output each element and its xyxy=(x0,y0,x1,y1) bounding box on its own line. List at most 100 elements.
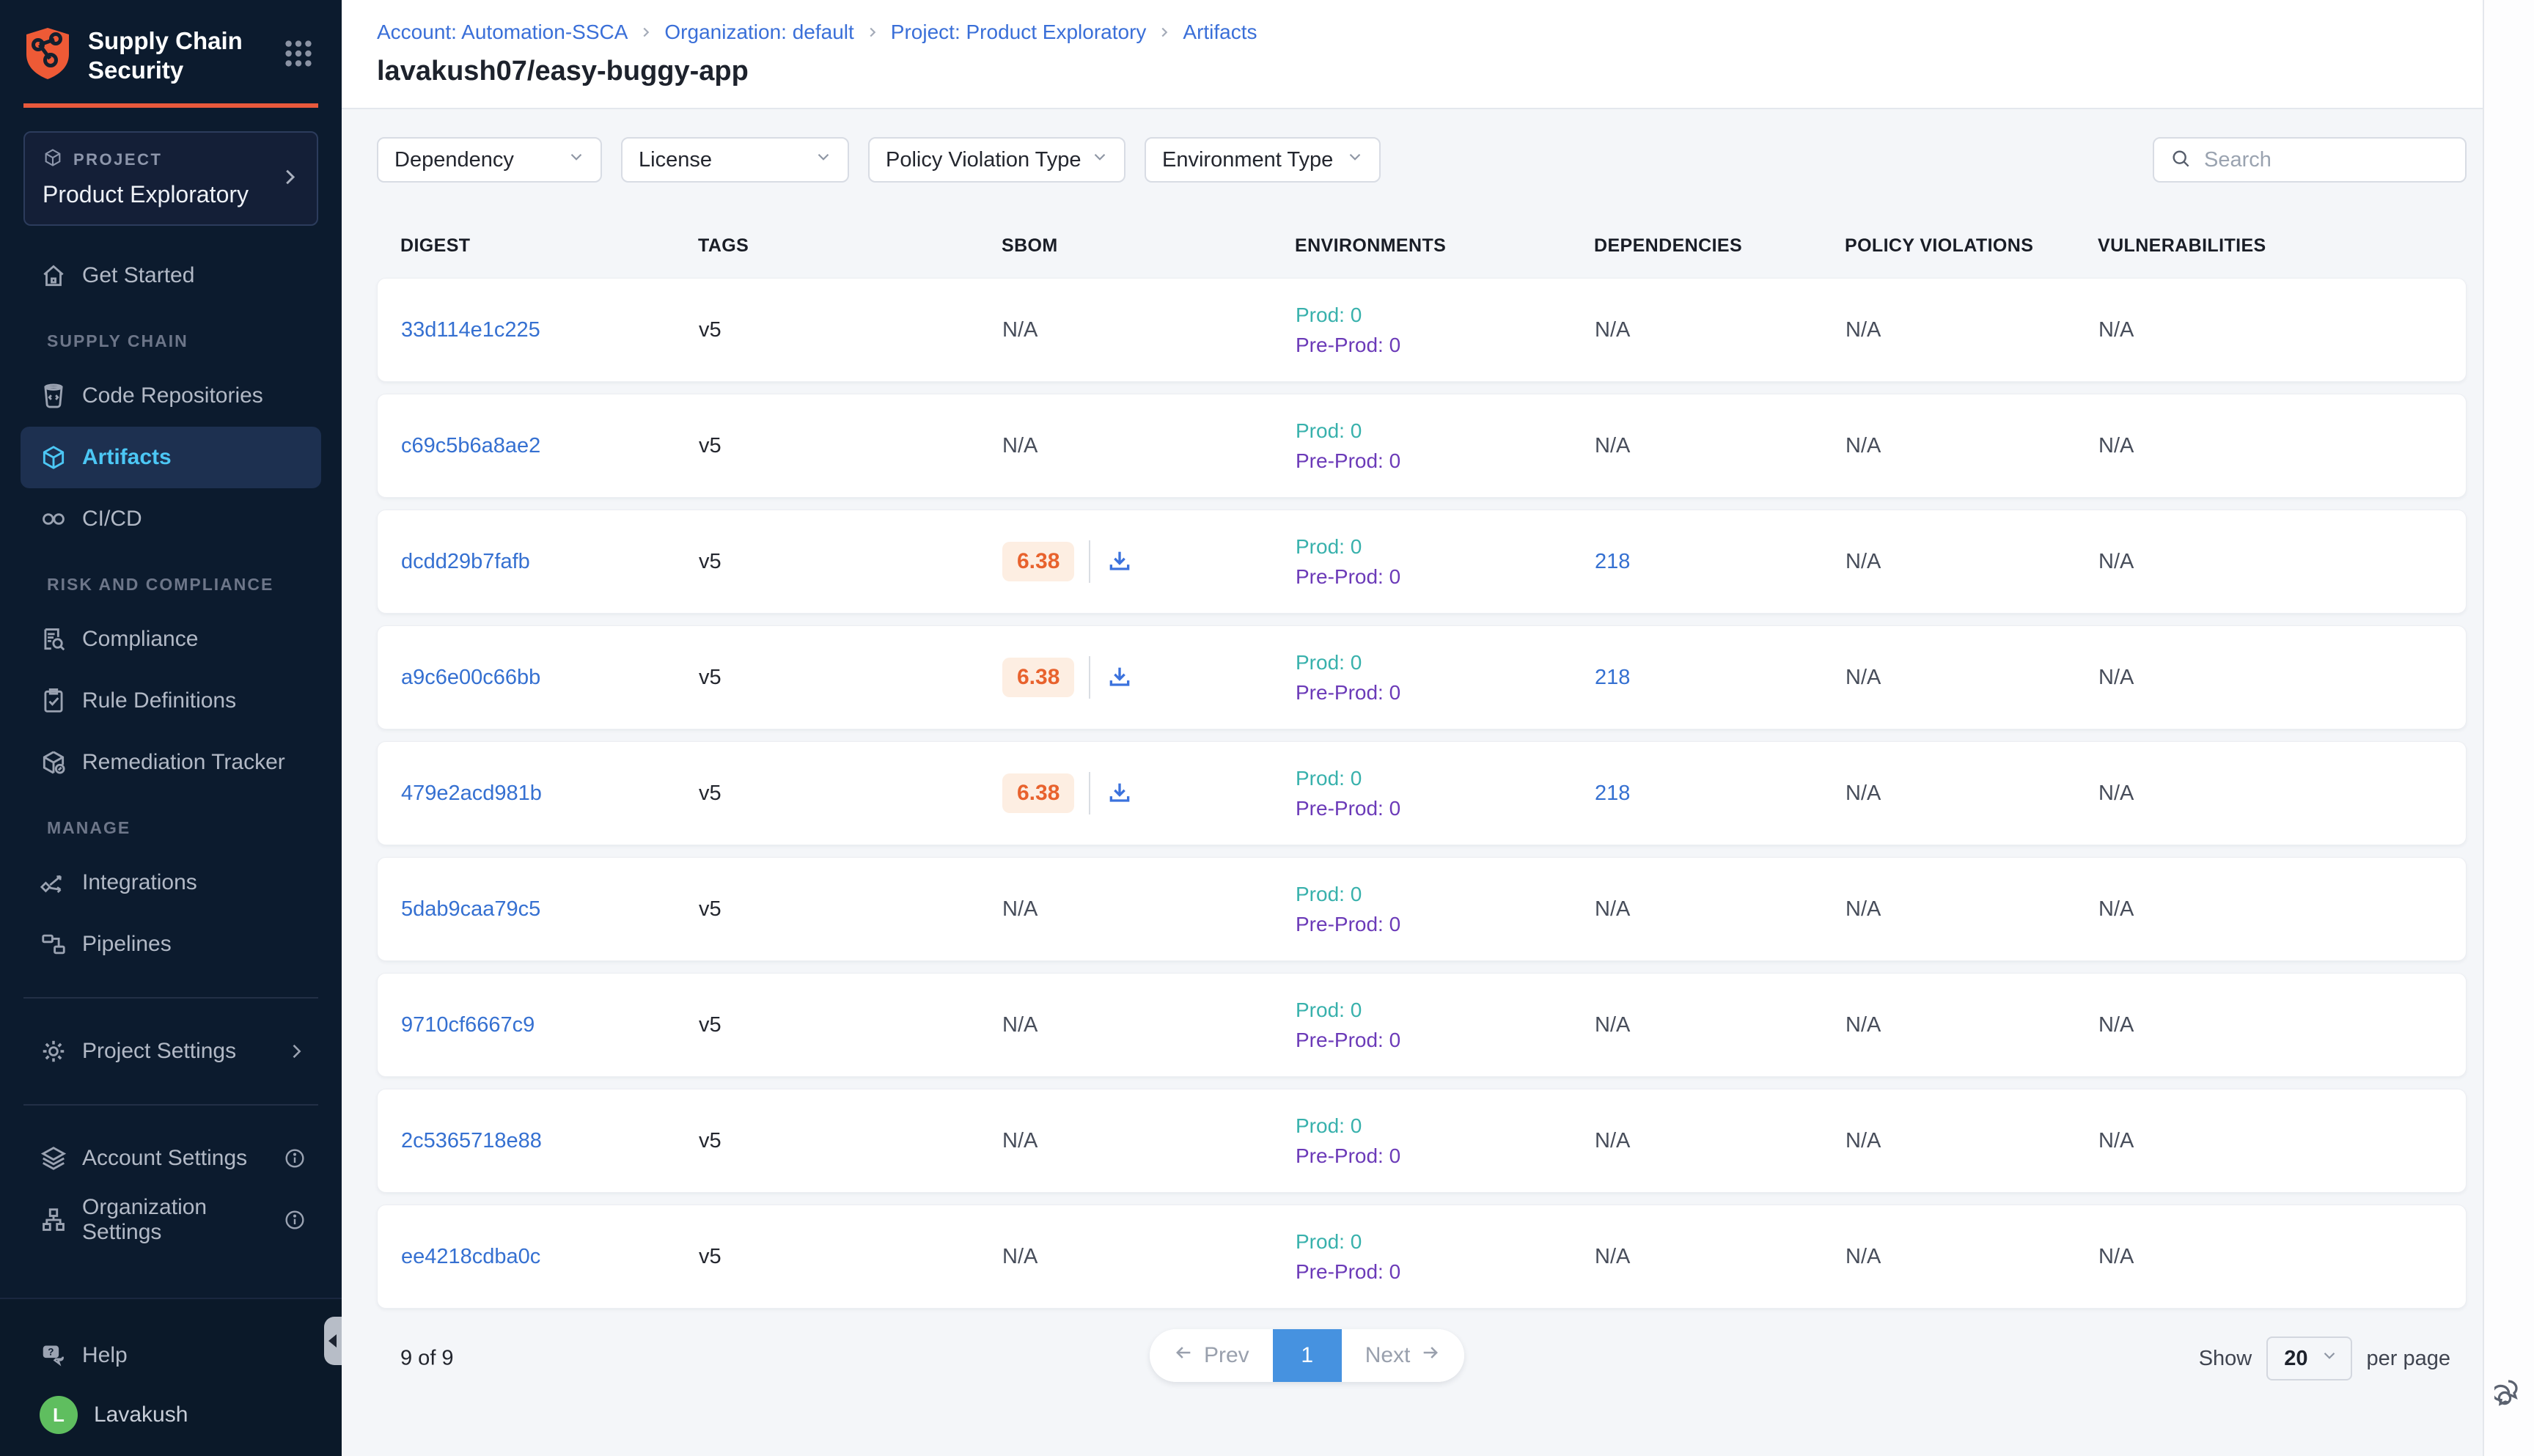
user-profile[interactable]: L Lavakush xyxy=(40,1396,321,1434)
sidebar-item-artifacts[interactable]: Artifacts xyxy=(21,427,321,488)
digest-cell: 2c5365718e88 xyxy=(401,1129,699,1153)
digest-link[interactable]: 479e2acd981b xyxy=(401,782,542,805)
dependency-filter-dropdown[interactable]: Dependency xyxy=(377,137,602,183)
dependencies-link[interactable]: 218 xyxy=(1595,666,1630,689)
dependencies-cell: 218 xyxy=(1595,550,1846,574)
table-row[interactable]: 33d114e1c225 v5 N/A Prod: 0 Pre-Prod: 0 … xyxy=(377,278,2467,382)
sidebar-item-remediation-tracker[interactable]: Remediation Tracker xyxy=(21,732,321,793)
content-area: Dependency License Policy Violation Type… xyxy=(342,109,2534,1456)
sidebar-item-integrations[interactable]: Integrations xyxy=(21,852,321,913)
sbom-na: N/A xyxy=(1002,1129,1038,1152)
info-icon[interactable] xyxy=(283,1208,306,1232)
dependencies-cell: N/A xyxy=(1595,1245,1846,1269)
table-row[interactable]: 9710cf6667c9 v5 N/A Prod: 0 Pre-Prod: 0 … xyxy=(377,973,2467,1077)
table-row[interactable]: c69c5b6a8ae2 v5 N/A Prod: 0 Pre-Prod: 0 … xyxy=(377,394,2467,498)
sbom-cell: N/A xyxy=(1002,1013,1296,1037)
nav-divider xyxy=(23,997,318,999)
policy-violation-type-filter-dropdown[interactable]: Policy Violation Type xyxy=(868,137,1125,183)
current-page-button[interactable]: 1 xyxy=(1273,1329,1342,1382)
policy-violations-cell: N/A xyxy=(1846,782,2098,806)
policy-violations-value: N/A xyxy=(1846,550,1881,573)
sidebar-collapse-handle[interactable] xyxy=(324,1317,342,1365)
env-preprod-value: Pre-Prod: 0 xyxy=(1296,449,1595,473)
dependencies-cell: 218 xyxy=(1595,666,1846,690)
environments-cell: Prod: 0 Pre-Prod: 0 xyxy=(1296,767,1595,820)
env-prod-value: Prod: 0 xyxy=(1296,651,1595,674)
column-header-policy-violations: POLICY VIOLATIONS xyxy=(1845,235,2098,257)
tag-value: v5 xyxy=(699,1013,721,1037)
nav-divider xyxy=(23,1104,318,1106)
vulnerabilities-value: N/A xyxy=(2098,434,2134,457)
module-grid-icon[interactable] xyxy=(282,37,315,74)
breadcrumb-artifacts-link[interactable]: Artifacts xyxy=(1183,21,1257,44)
chevron-down-icon xyxy=(567,147,586,172)
digest-link[interactable]: 2c5365718e88 xyxy=(401,1129,542,1152)
digest-link[interactable]: c69c5b6a8ae2 xyxy=(401,434,540,457)
sbom-score-badge[interactable]: 6.38 xyxy=(1002,542,1074,581)
table-row[interactable]: dcdd29b7fafb v5 6.38 Prod: 0 Pre-Prod: 0… xyxy=(377,510,2467,614)
page-size-dropdown[interactable]: 20 xyxy=(2266,1336,2351,1380)
digest-link[interactable]: ee4218cdba0c xyxy=(401,1245,540,1268)
digest-link[interactable]: 33d114e1c225 xyxy=(401,318,540,342)
env-preprod-value: Pre-Prod: 0 xyxy=(1296,565,1595,589)
env-preprod-value: Pre-Prod: 0 xyxy=(1296,1260,1595,1284)
table-row[interactable]: 479e2acd981b v5 6.38 Prod: 0 Pre-Prod: 0… xyxy=(377,741,2467,845)
sbom-score-group: 6.38 xyxy=(1002,540,1296,583)
sbom-download-icon[interactable] xyxy=(1105,663,1134,692)
arrow-left-icon xyxy=(1173,1342,1194,1369)
chevron-right-icon xyxy=(279,166,301,191)
remediation-box-tag-icon xyxy=(40,749,67,776)
brand-accent-divider xyxy=(23,103,318,108)
sidebar-item-project-settings[interactable]: Project Settings xyxy=(21,1021,321,1082)
table-row[interactable]: a9c6e00c66bb v5 6.38 Prod: 0 Pre-Prod: 0… xyxy=(377,625,2467,729)
digest-link[interactable]: 9710cf6667c9 xyxy=(401,1013,535,1037)
sbom-score-badge[interactable]: 6.38 xyxy=(1002,773,1074,813)
table-row[interactable]: 2c5365718e88 v5 N/A Prod: 0 Pre-Prod: 0 … xyxy=(377,1089,2467,1193)
breadcrumb-account-link[interactable]: Account: Automation-SSCA xyxy=(377,21,628,44)
environment-type-filter-dropdown[interactable]: Environment Type xyxy=(1145,137,1381,183)
sidebar-item-compliance[interactable]: Compliance xyxy=(21,608,321,670)
sbom-download-icon[interactable] xyxy=(1105,779,1134,808)
digest-link[interactable]: 5dab9caa79c5 xyxy=(401,897,540,921)
environments-cell: Prod: 0 Pre-Prod: 0 xyxy=(1296,1114,1595,1168)
next-page-button[interactable]: Next xyxy=(1342,1329,1465,1382)
user-name: Lavakush xyxy=(94,1402,188,1427)
dependencies-link[interactable]: 218 xyxy=(1595,550,1630,573)
env-prod-value: Prod: 0 xyxy=(1296,419,1595,443)
breadcrumb-separator-icon xyxy=(864,24,881,40)
vulnerabilities-value: N/A xyxy=(2098,1245,2134,1268)
sbom-cell: 6.38 xyxy=(1002,656,1296,699)
policy-violations-value: N/A xyxy=(1846,1129,1881,1152)
page-size-value: 20 xyxy=(2284,1347,2307,1371)
sidebar-item-help[interactable]: ? Help xyxy=(21,1327,321,1384)
sbom-download-icon[interactable] xyxy=(1105,547,1134,576)
tag-value: v5 xyxy=(699,434,721,457)
table-row[interactable]: ee4218cdba0c v5 N/A Prod: 0 Pre-Prod: 0 … xyxy=(377,1205,2467,1309)
project-selector[interactable]: PROJECT Product Exploratory xyxy=(23,131,318,226)
table-row[interactable]: 5dab9caa79c5 v5 N/A Prod: 0 Pre-Prod: 0 … xyxy=(377,857,2467,961)
chat-support-icon[interactable] xyxy=(2494,1376,2530,1415)
sidebar-item-code-repositories[interactable]: Code Repositories xyxy=(21,365,321,427)
sidebar-item-get-started[interactable]: Get Started xyxy=(21,245,321,306)
sidebar-item-rule-definitions[interactable]: Rule Definitions xyxy=(21,670,321,732)
prev-page-button[interactable]: Prev xyxy=(1150,1329,1273,1382)
compliance-doc-search-icon xyxy=(40,625,67,653)
code-repository-icon xyxy=(40,382,67,410)
digest-link[interactable]: dcdd29b7fafb xyxy=(401,550,530,573)
environments-cell: Prod: 0 Pre-Prod: 0 xyxy=(1296,535,1595,589)
sbom-score-badge[interactable]: 6.38 xyxy=(1002,658,1074,697)
sidebar: Supply Chain Security PROJECT Product xyxy=(0,0,342,1456)
info-icon[interactable] xyxy=(283,1147,306,1170)
env-preprod-value: Pre-Prod: 0 xyxy=(1296,334,1595,357)
breadcrumb-project-link[interactable]: Project: Product Exploratory xyxy=(891,21,1147,44)
env-prod-value: Prod: 0 xyxy=(1296,304,1595,327)
digest-link[interactable]: a9c6e00c66bb xyxy=(401,666,540,689)
dependencies-link[interactable]: 218 xyxy=(1595,782,1630,805)
sidebar-item-cicd[interactable]: CI/CD xyxy=(21,488,321,550)
breadcrumb-organization-link[interactable]: Organization: default xyxy=(664,21,853,44)
search-input[interactable] xyxy=(2204,148,2480,172)
sidebar-item-account-settings[interactable]: Account Settings xyxy=(21,1128,321,1189)
sidebar-item-organization-settings[interactable]: Organization Settings xyxy=(21,1189,321,1251)
license-filter-dropdown[interactable]: License xyxy=(621,137,849,183)
sidebar-item-pipelines[interactable]: Pipelines xyxy=(21,913,321,975)
